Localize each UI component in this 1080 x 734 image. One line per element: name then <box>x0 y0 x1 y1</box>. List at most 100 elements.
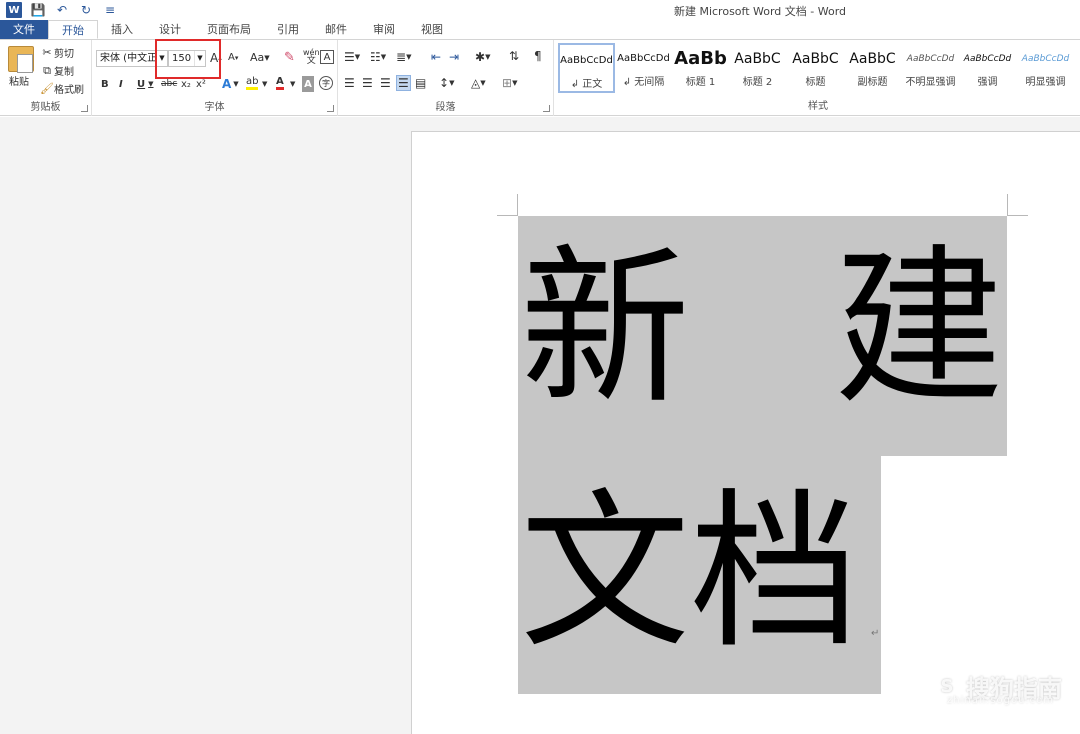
style-sample: AaBbC <box>792 51 839 67</box>
clear-format-button[interactable]: ✎ <box>284 50 295 65</box>
asian-layout-button[interactable]: ✱ ▼ <box>475 50 490 64</box>
watermark-url: zhinan.sogou.com <box>946 695 1054 706</box>
format-painter-button[interactable]: 🖌 格式刷 <box>40 81 84 96</box>
font-group-label: 字体 <box>204 102 225 113</box>
char-shading-button[interactable]: A <box>302 76 314 92</box>
doc-line-2[interactable]: 文档 <box>520 488 860 658</box>
sort-icon: ⇅ <box>509 49 520 63</box>
outdent-icon: ⇤ <box>431 50 442 64</box>
crop-mark-top-left <box>497 194 518 216</box>
align-center-button[interactable]: ☰ <box>362 76 373 90</box>
tab-view[interactable]: 视图 <box>408 20 456 39</box>
enclose-char-icon: 字 <box>322 78 330 88</box>
copy-icon: ⧉ <box>43 63 51 77</box>
paste-button[interactable]: 粘贴 <box>9 73 29 88</box>
style-emphasis[interactable]: AaBbCcDd 强调 <box>959 43 1016 93</box>
style-name: 标题 1 <box>685 77 716 88</box>
bold-icon: B <box>101 78 109 90</box>
paragraph-launcher[interactable] <box>543 105 550 112</box>
tab-home[interactable]: 开始 <box>48 20 98 39</box>
tab-layout[interactable]: 页面布局 <box>194 20 264 39</box>
enclose-char-button[interactable]: 字 <box>319 76 333 90</box>
subscript-icon: x₂ <box>181 78 191 90</box>
style-name: 不明显强调 <box>905 77 956 88</box>
tab-mailings[interactable]: 邮件 <box>312 20 360 39</box>
highlight-dropdown[interactable]: ▼ <box>262 76 267 92</box>
format-painter-label: 格式刷 <box>54 85 84 96</box>
style-no-spacing[interactable]: AaBbCcDd ↲ 无间隔 <box>615 43 672 93</box>
font-color-dropdown[interactable]: ▼ <box>290 76 295 92</box>
style-subtle-emphasis[interactable]: AaBbCcDd 不明显强调 <box>902 43 959 93</box>
indent-icon: ⇥ <box>449 50 460 64</box>
distribute-icon: ▤ <box>415 76 427 90</box>
window-title: 新建 Microsoft Word 文档 - Word <box>673 5 847 18</box>
font-name-value: 宋体 (中文正 <box>100 53 158 64</box>
tab-file[interactable]: 文件 <box>0 20 48 39</box>
bold-button[interactable]: B <box>101 76 109 92</box>
borders-icon: ⊞ <box>502 76 513 90</box>
shading-button[interactable]: ◬ ▼ <box>471 76 486 90</box>
decrease-indent-button[interactable]: ⇤ <box>431 50 441 64</box>
shrink-font-button[interactable]: A ▾ <box>228 52 238 63</box>
paragraph-group-label: 段落 <box>435 102 456 113</box>
increase-indent-button[interactable]: ⇥ <box>449 50 459 64</box>
sort-button[interactable]: ⇅ <box>509 49 519 63</box>
scissors-icon: ✂ <box>42 46 52 59</box>
font-launcher[interactable] <box>327 105 334 112</box>
paragraph-group: ☰ ▼ ☷ ▼ ≣ ▼ ⇤ ⇥ ✱ ▼ ⇅ ¶ ☰ ☰ ☰ ☰ ▤ ↕ ▼ ◬ ▼ ⊞ ▼ 段… <box>338 40 554 116</box>
bullets-button[interactable]: ☰ ▼ <box>344 50 360 64</box>
cut-button[interactable]: ✂ 剪切 <box>40 45 74 60</box>
copy-button[interactable]: ⧉ 复制 <box>40 63 74 79</box>
superscript-icon: x² <box>196 78 206 90</box>
paste-icon[interactable] <box>8 46 34 73</box>
strikethrough-icon: abc <box>161 79 178 89</box>
italic-button[interactable]: I <box>119 76 123 92</box>
tab-review[interactable]: 审阅 <box>360 20 408 39</box>
tab-references[interactable]: 引用 <box>264 20 312 39</box>
align-left-button[interactable]: ☰ <box>344 76 355 90</box>
paint-bucket-icon: ◬ <box>471 76 481 90</box>
font-color-button[interactable]: A <box>276 76 284 90</box>
borders-button[interactable]: ⊞ ▼ <box>502 76 517 90</box>
clipboard-launcher[interactable] <box>81 105 88 112</box>
multilevel-list-button[interactable]: ≣ ▼ <box>396 50 411 64</box>
numbering-button[interactable]: ☷ ▼ <box>370 50 386 64</box>
style-intense-emphasis[interactable]: AaBbCcDd 明显强调 <box>1017 43 1074 93</box>
change-case-button[interactable]: Aa ▼ <box>250 51 270 64</box>
style-sample: AaBbC <box>849 51 896 67</box>
style-heading-1[interactable]: AaBb 标题 1 <box>672 43 729 93</box>
align-center-icon: ☰ <box>362 76 373 90</box>
font-color-icon: A <box>276 76 284 87</box>
style-title[interactable]: AaBbC 标题 <box>787 43 844 93</box>
text-effect-button[interactable]: A ▼ <box>222 76 239 92</box>
eraser-icon: ✎ <box>284 50 295 65</box>
document-canvas[interactable]: 新 建 文档 ↵ S 搜狗指南 zhinan.sogou.com <box>0 117 1080 734</box>
line-spacing-button[interactable]: ↕ ▼ <box>439 76 454 90</box>
paragraph-mark: ↵ <box>871 628 880 639</box>
underline-icon: U <box>137 78 146 90</box>
style-name: ↲ 正文 <box>570 79 603 90</box>
pinyin-button[interactable]: wén 文 <box>303 49 320 66</box>
style-sample: AaBbCcDd <box>560 55 613 66</box>
shrink-font-icon: A <box>228 52 235 63</box>
document-page[interactable]: 新 建 文档 ↵ <box>411 131 1080 734</box>
doc-char-jian[interactable]: 建 <box>834 244 1004 414</box>
char-border-button[interactable]: A <box>320 50 334 64</box>
style-name: 标题 2 <box>742 77 773 88</box>
show-marks-button[interactable]: ¶ <box>534 49 542 63</box>
title-bar: W 💾 ↶ ↻ ≡ 新建 Microsoft Word 文档 - Word <box>0 0 1080 20</box>
doc-char-xin[interactable]: 新 <box>520 244 690 414</box>
justify-button[interactable]: ☰ <box>396 75 411 91</box>
style-sample: AaBbCcDd <box>617 53 670 64</box>
style-normal[interactable]: AaBbCcDd ↲ 正文 <box>558 43 615 93</box>
underline-button[interactable]: U ▼ <box>137 76 154 92</box>
tab-insert[interactable]: 插入 <box>98 20 146 39</box>
text-effect-icon: A <box>222 77 232 91</box>
highlight-button[interactable]: ab <box>246 76 259 90</box>
style-subtitle[interactable]: AaBbC 副标题 <box>844 43 901 93</box>
style-heading-2[interactable]: AaBbC 标题 2 <box>729 43 786 93</box>
align-right-button[interactable]: ☰ <box>380 76 391 90</box>
style-sample: AaBbCcDd <box>906 54 955 64</box>
distribute-button[interactable]: ▤ <box>415 76 426 90</box>
tab-design[interactable]: 设计 <box>146 20 194 39</box>
